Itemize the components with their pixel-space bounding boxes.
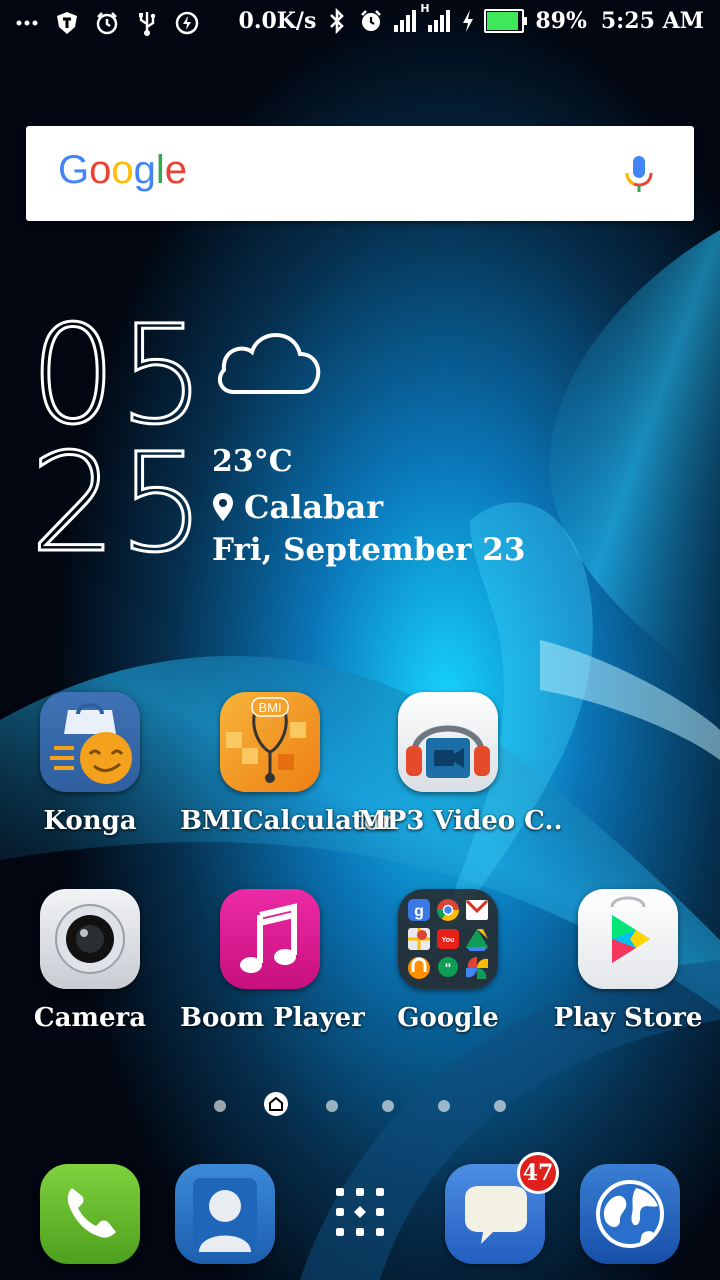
app-mp3-video-converter[interactable]: MP3 Video C..: [358, 692, 563, 836]
chrome-icon: [437, 899, 459, 921]
boom-player-icon: [220, 889, 320, 989]
alarm-clock-icon: [94, 10, 120, 36]
page-indicator: [0, 1092, 720, 1120]
photos-icon: [466, 956, 488, 979]
bmi-badge-text: BMI: [258, 700, 281, 715]
charging-icon: [460, 8, 476, 34]
app-label: Camera: [33, 1003, 147, 1033]
google-logo-letter: o: [111, 148, 134, 192]
app-play-store[interactable]: Play Store: [538, 889, 718, 1033]
cloud-icon[interactable]: [212, 320, 324, 400]
google-search-bar[interactable]: Google: [26, 126, 694, 221]
google-logo-letter: g: [133, 148, 156, 192]
shield-icon: [54, 10, 80, 36]
hangouts-icon: ": [438, 957, 458, 977]
phone-icon[interactable]: [40, 1164, 140, 1264]
google-logo-letter: G: [58, 148, 90, 192]
network-type-label: H: [420, 2, 430, 15]
google-logo: Google: [58, 148, 187, 193]
app-folder-google[interactable]: g You " Google: [358, 889, 538, 1033]
battery-icon: [484, 9, 528, 33]
status-bar: 0.0K/s H 89% 5:25 AM: [0, 0, 720, 52]
home-icon[interactable]: [264, 1092, 288, 1116]
alarm-icon: [358, 8, 384, 34]
page-dot[interactable]: [494, 1100, 506, 1112]
play-store-icon: [578, 889, 678, 989]
app-label: BMICalculator: [180, 806, 395, 836]
unread-badge: 47: [517, 1152, 559, 1194]
gmail-icon: [465, 899, 489, 920]
battery-percent: 89%: [535, 8, 587, 34]
location-pin-icon: [213, 493, 233, 521]
page-dot[interactable]: [438, 1100, 450, 1112]
battery-fill: [487, 12, 518, 30]
google-logo-letter: e: [164, 148, 188, 192]
google-logo-letter: l: [155, 148, 165, 192]
clock-minute: 25: [28, 425, 208, 583]
page-dot[interactable]: [382, 1100, 394, 1112]
mic-icon[interactable]: [624, 154, 654, 194]
app-konga[interactable]: Konga: [0, 692, 180, 836]
weather-location: Calabar: [212, 488, 383, 526]
youtube-icon: You: [437, 929, 459, 949]
app-label: Boom Player: [180, 1003, 365, 1033]
svg-text:You: You: [442, 937, 455, 944]
status-right-icons: 0.0K/s H 89% 5:25 AM: [238, 2, 704, 34]
konga-icon: [40, 692, 140, 792]
app-camera[interactable]: Camera: [0, 889, 180, 1033]
app-drawer-icon[interactable]: [326, 1180, 394, 1248]
network-speed: 0.0K/s: [238, 8, 317, 34]
signal-icon: [392, 8, 418, 34]
weather-temperature: 23°C: [212, 444, 293, 479]
music-icon: [408, 957, 430, 979]
app-bmicalculator[interactable]: BMI BMICalculator: [180, 692, 395, 836]
app-label: MP3 Video C..: [358, 806, 563, 836]
app-boom-player[interactable]: Boom Player: [180, 889, 365, 1033]
page-dot[interactable]: [326, 1100, 338, 1112]
signal-h-icon: H: [420, 2, 452, 34]
camera-icon: [40, 889, 140, 989]
app-label: Konga: [43, 806, 137, 836]
mp3-video-converter-icon: [398, 692, 498, 792]
maps-icon: [408, 928, 430, 950]
app-label: Google: [397, 1003, 499, 1033]
weather-date: Fri, September 23: [212, 532, 526, 568]
google-icon: g: [408, 899, 430, 921]
contacts-icon[interactable]: [175, 1164, 275, 1264]
clock-hour: 05: [28, 297, 208, 455]
svg-text:": ": [445, 960, 452, 976]
browser-icon[interactable]: [580, 1164, 680, 1264]
weather-location-label: Calabar: [244, 488, 384, 526]
more-dots-icon: [14, 10, 40, 36]
clock-widget[interactable]: 05 25: [28, 297, 208, 583]
google-logo-letter: o: [89, 148, 112, 192]
flash-icon: [174, 10, 200, 36]
bluetooth-icon: [324, 8, 350, 34]
page-dot[interactable]: [214, 1100, 226, 1112]
status-left-icons: [14, 10, 200, 36]
status-time: 5:25 AM: [600, 8, 704, 34]
drive-icon: [466, 929, 488, 951]
app-label: Play Store: [553, 1003, 703, 1033]
usb-icon: [134, 10, 160, 36]
google-folder-icon: g You ": [398, 889, 498, 989]
bmi-calculator-icon: BMI: [220, 692, 320, 792]
svg-text:g: g: [414, 903, 424, 920]
messages-icon[interactable]: 47: [445, 1152, 559, 1264]
